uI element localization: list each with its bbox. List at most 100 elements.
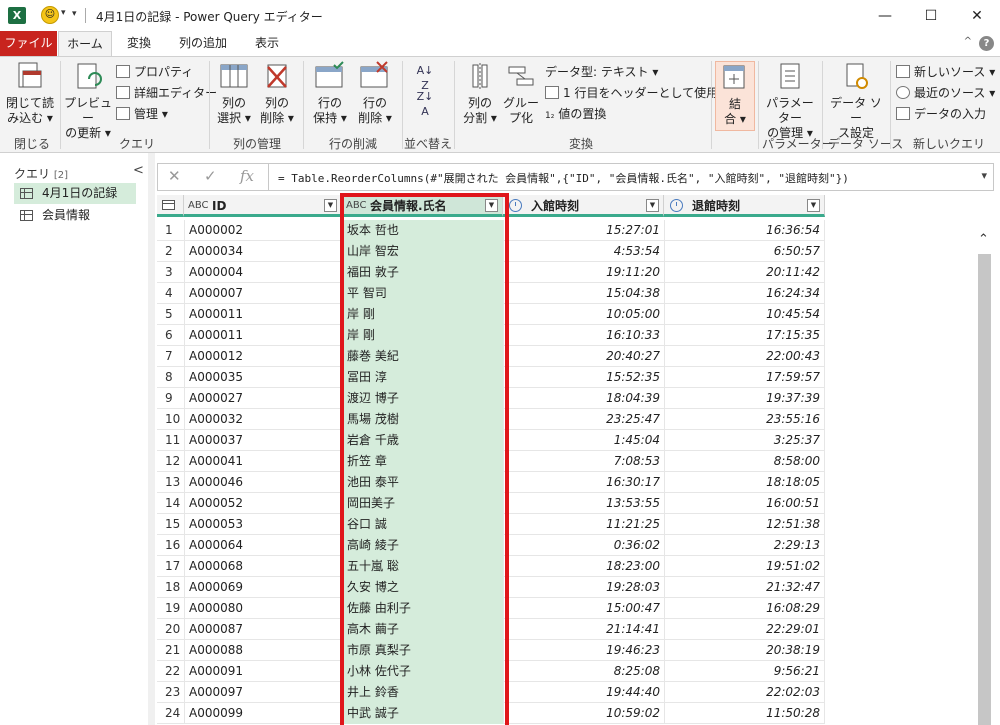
filter-dropdown-icon[interactable]: ▼ <box>646 199 659 212</box>
tab-transform[interactable]: 変換 <box>116 31 162 56</box>
manage-button[interactable]: 管理 ▾ <box>116 105 168 123</box>
keep-rows-button[interactable]: 行の 保持 ▾ <box>309 61 351 126</box>
feedback-smiley-icon[interactable]: ☺ <box>41 6 59 24</box>
table-cell[interactable]: 1:45:04 <box>503 430 664 451</box>
pane-splitter[interactable] <box>148 153 155 725</box>
table-row[interactable]: 7 A000012 藤巻 美紀 20:40:27 22:00:43 <box>157 346 825 367</box>
table-cell[interactable]: A000099 <box>184 703 342 724</box>
ribbon-collapse-icon[interactable]: ^ <box>964 36 972 47</box>
tab-add-column[interactable]: 列の追加 <box>170 31 236 56</box>
quick-access-customize-icon[interactable]: ▾ <box>72 9 77 19</box>
table-cell[interactable]: A000097 <box>184 682 342 703</box>
table-cell[interactable]: 10:05:00 <box>503 304 664 325</box>
filter-dropdown-icon[interactable]: ▼ <box>807 199 820 212</box>
query-item[interactable]: 4月1日の記録 <box>14 183 136 204</box>
table-row[interactable]: 12 A000041 折笠 章 7:08:53 8:58:00 <box>157 451 825 472</box>
time-type-icon[interactable] <box>670 199 683 212</box>
table-row[interactable]: 16 A000064 高崎 綾子 0:36:02 2:29:13 <box>157 535 825 556</box>
table-cell[interactable]: A000091 <box>184 661 342 682</box>
table-cell[interactable]: 冨田 淳 <box>342 367 503 388</box>
table-cell[interactable]: 19:37:39 <box>664 388 825 409</box>
help-icon[interactable]: ? <box>979 36 994 51</box>
table-cell[interactable]: A000012 <box>184 346 342 367</box>
table-cell[interactable]: A000037 <box>184 430 342 451</box>
table-cell[interactable]: 21:14:41 <box>503 619 664 640</box>
table-row[interactable]: 22 A000091 小林 佐代子 8:25:08 9:56:21 <box>157 661 825 682</box>
table-cell[interactable]: 15:27:01 <box>503 220 664 241</box>
table-row[interactable]: 13 A000046 池田 泰平 16:30:17 18:18:05 <box>157 472 825 493</box>
smiley-dropdown-icon[interactable]: ▾ <box>61 8 66 18</box>
table-cell[interactable]: A000032 <box>184 409 342 430</box>
table-cell[interactable]: 16:00:51 <box>664 493 825 514</box>
combine-button[interactable]: 結 合 ▾ <box>715 61 755 131</box>
table-row[interactable]: 19 A000080 佐藤 由利子 15:00:47 16:08:29 <box>157 598 825 619</box>
table-cell[interactable]: 18:23:00 <box>503 556 664 577</box>
table-cell[interactable]: A000053 <box>184 514 342 535</box>
split-column-button[interactable]: 列の 分割 ▾ <box>460 61 500 126</box>
filter-dropdown-icon[interactable]: ▼ <box>324 199 337 212</box>
column-header-exit-time[interactable]: 退館時刻 ▼ <box>664 195 825 217</box>
table-cell[interactable]: A000046 <box>184 472 342 493</box>
table-cell[interactable]: 17:59:57 <box>664 367 825 388</box>
table-cell[interactable]: 市原 真梨子 <box>342 640 503 661</box>
table-cell[interactable]: 渡辺 博子 <box>342 388 503 409</box>
table-cell[interactable]: 中武 誠子 <box>342 703 503 724</box>
table-row[interactable]: 21 A000088 市原 真梨子 19:46:23 20:38:19 <box>157 640 825 661</box>
fx-icon[interactable]: fx <box>240 167 254 185</box>
table-cell[interactable]: 16:36:54 <box>664 220 825 241</box>
table-row[interactable]: 5 A000011 岸 剛 10:05:00 10:45:54 <box>157 304 825 325</box>
table-cell[interactable]: A000068 <box>184 556 342 577</box>
table-cell[interactable]: 小林 佐代子 <box>342 661 503 682</box>
table-cell[interactable]: 20:40:27 <box>503 346 664 367</box>
table-cell[interactable]: A000069 <box>184 577 342 598</box>
table-cell[interactable]: 23:25:47 <box>503 409 664 430</box>
table-cell[interactable]: 12:51:38 <box>664 514 825 535</box>
text-type-icon[interactable]: ABC <box>188 195 209 217</box>
tab-file[interactable]: ファイル <box>0 31 57 56</box>
use-first-row-header-button[interactable]: 1 行目をヘッダーとして使用 ▾ <box>545 84 728 102</box>
table-cell[interactable]: 高木 繭子 <box>342 619 503 640</box>
confirm-formula-icon[interactable]: ✓ <box>204 167 217 185</box>
refresh-preview-button[interactable]: プレビュー の更新 ▾ <box>64 61 112 141</box>
table-cell[interactable]: 高崎 綾子 <box>342 535 503 556</box>
table-row[interactable]: 23 A000097 井上 鈴香 19:44:40 22:02:03 <box>157 682 825 703</box>
table-cell[interactable]: 10:45:54 <box>664 304 825 325</box>
table-cell[interactable]: 15:52:35 <box>503 367 664 388</box>
table-row[interactable]: 11 A000037 岩倉 千歳 1:45:04 3:25:37 <box>157 430 825 451</box>
table-row[interactable]: 4 A000007 平 智司 15:04:38 16:24:34 <box>157 283 825 304</box>
table-cell[interactable]: A000041 <box>184 451 342 472</box>
table-cell[interactable]: 8:25:08 <box>503 661 664 682</box>
column-header-id[interactable]: ABC ID ▼ <box>184 195 342 217</box>
table-cell[interactable]: 21:32:47 <box>664 577 825 598</box>
table-cell[interactable]: 20:11:42 <box>664 262 825 283</box>
table-row[interactable]: 2 A000034 山岸 智宏 4:53:54 6:50:57 <box>157 241 825 262</box>
cancel-formula-icon[interactable]: ✕ <box>168 167 181 185</box>
table-cell[interactable]: 10:59:02 <box>503 703 664 724</box>
table-cell[interactable]: 11:21:25 <box>503 514 664 535</box>
table-row[interactable]: 1 A000002 坂本 哲也 15:27:01 16:36:54 <box>157 220 825 241</box>
table-cell[interactable]: A000052 <box>184 493 342 514</box>
query-item[interactable]: 会員情報 <box>14 205 136 226</box>
table-cell[interactable]: 15:00:47 <box>503 598 664 619</box>
table-cell[interactable]: A000004 <box>184 262 342 283</box>
table-cell[interactable]: 11:50:28 <box>664 703 825 724</box>
table-row[interactable]: 18 A000069 久安 博之 19:28:03 21:32:47 <box>157 577 825 598</box>
recent-sources-button[interactable]: 最近のソース ▾ <box>896 84 995 102</box>
table-cell[interactable]: A000011 <box>184 325 342 346</box>
table-cell[interactable]: 19:44:40 <box>503 682 664 703</box>
time-type-icon[interactable] <box>509 199 522 212</box>
text-type-icon[interactable]: ABC <box>346 195 367 217</box>
table-cell[interactable]: 平 智司 <box>342 283 503 304</box>
table-cell[interactable]: A000035 <box>184 367 342 388</box>
scroll-up-icon[interactable]: ⌃ <box>978 232 989 247</box>
table-cell[interactable]: 9:56:21 <box>664 661 825 682</box>
table-cell[interactable]: 18:04:39 <box>503 388 664 409</box>
vertical-scrollbar[interactable]: ⌃ <box>975 222 994 725</box>
close-load-button[interactable]: 閉じて読 み込む ▾ <box>6 61 54 126</box>
table-cell[interactable]: 17:15:35 <box>664 325 825 346</box>
replace-values-button[interactable]: 1₂ 値の置換 <box>545 105 606 123</box>
table-cell[interactable]: 6:50:57 <box>664 241 825 262</box>
table-cell[interactable]: 20:38:19 <box>664 640 825 661</box>
table-row[interactable]: 17 A000068 五十嵐 聡 18:23:00 19:51:02 <box>157 556 825 577</box>
table-cell[interactable]: 池田 泰平 <box>342 472 503 493</box>
